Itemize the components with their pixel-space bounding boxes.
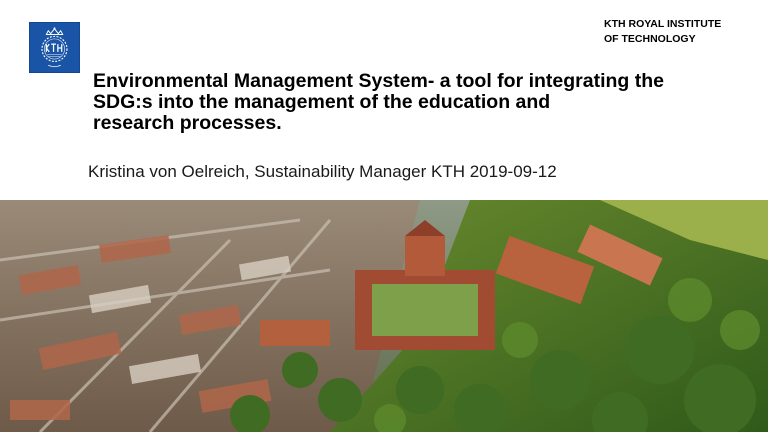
kth-logo [29,22,80,73]
title-line-2: SDG:s into the management of the educati… [93,91,551,113]
aerial-campus-photo [0,200,768,432]
institution-line-2: OF TECHNOLOGY [604,33,696,45]
slide-title: Environmental Management System- a tool … [93,71,743,134]
aerial-photo-illustration [0,200,768,432]
title-line-3: research processes. [93,112,282,134]
institution-name: KTH ROYAL INSTITUTE OF TECHNOLOGY [604,17,754,47]
slide: KTH ROYAL INSTITUTE OF TECHNOLOGY Enviro… [0,0,768,432]
slide-subtitle: Kristina von Oelreich, Sustainability Ma… [88,162,557,181]
institution-line-1: KTH ROYAL INSTITUTE [604,18,722,30]
kth-crest-icon [30,23,79,72]
title-line-1: Environmental Management System- a tool … [93,70,664,92]
